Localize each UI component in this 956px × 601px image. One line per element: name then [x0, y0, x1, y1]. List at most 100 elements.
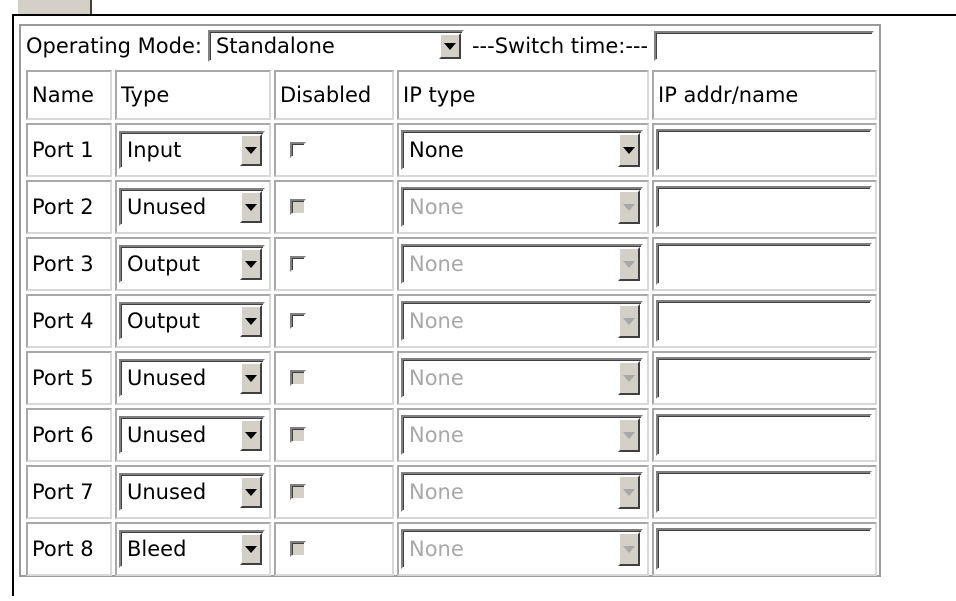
chevron-down-icon[interactable]	[438, 33, 461, 59]
disabled-checkbox[interactable]	[290, 142, 306, 158]
port-name: Port 8	[26, 522, 112, 576]
ip-addr-input[interactable]	[656, 186, 872, 228]
chevron-down-icon[interactable]	[618, 361, 640, 395]
ip-type-value: None	[409, 309, 464, 333]
ip-type-cell: None	[397, 465, 649, 519]
chevron-down-icon[interactable]	[240, 305, 262, 337]
header-type: Type	[115, 70, 271, 120]
disabled-cell	[274, 465, 394, 519]
ip-type-value: None	[409, 252, 464, 276]
type-value: Output	[127, 309, 200, 333]
ip-type-value: None	[409, 138, 464, 162]
disabled-checkbox[interactable]	[290, 427, 306, 443]
ip-type-cell: None	[397, 180, 649, 234]
ip-type-select[interactable]: None	[401, 130, 643, 170]
type-cell: Unused	[115, 180, 271, 234]
port-name: Port 4	[26, 294, 112, 348]
port-name: Port 3	[26, 237, 112, 291]
chevron-down-icon[interactable]	[240, 419, 262, 451]
type-value: Bleed	[127, 537, 187, 561]
header-ip-addr: IP addr/name	[652, 70, 877, 120]
ip-addr-cell	[652, 408, 877, 462]
disabled-checkbox[interactable]	[290, 313, 306, 329]
type-select[interactable]: Unused	[119, 359, 265, 397]
ip-addr-input[interactable]	[656, 528, 872, 570]
disabled-checkbox[interactable]	[290, 199, 306, 215]
chevron-down-icon[interactable]	[618, 418, 640, 452]
chevron-down-icon[interactable]	[240, 362, 262, 394]
chevron-down-icon[interactable]	[618, 247, 640, 281]
ip-type-value: None	[409, 366, 464, 390]
clipped-top-row	[14, 0, 92, 16]
ip-addr-input[interactable]	[656, 129, 872, 171]
disabled-cell	[274, 123, 394, 177]
header-ip-type: IP type	[397, 70, 649, 120]
type-select[interactable]: Unused	[119, 188, 265, 226]
switch-time-input[interactable]	[654, 31, 875, 61]
ip-type-select[interactable]: None	[401, 358, 643, 398]
ip-type-select[interactable]: None	[401, 415, 643, 455]
chevron-down-icon[interactable]	[618, 532, 640, 566]
port-name: Port 7	[26, 465, 112, 519]
operating-mode-select[interactable]: Standalone	[207, 30, 464, 62]
ip-type-select[interactable]: None	[401, 244, 643, 284]
ip-type-cell: None	[397, 522, 649, 576]
ip-type-cell: None	[397, 237, 649, 291]
operating-mode-value: Standalone	[215, 34, 335, 58]
disabled-cell	[274, 351, 394, 405]
type-select[interactable]: Unused	[119, 416, 265, 454]
ip-addr-cell	[652, 294, 877, 348]
ip-type-select[interactable]: None	[401, 472, 643, 512]
type-select[interactable]: Bleed	[119, 530, 265, 568]
type-cell: Input	[115, 123, 271, 177]
type-value: Unused	[127, 366, 207, 390]
ip-addr-input[interactable]	[656, 357, 872, 399]
disabled-cell	[274, 522, 394, 576]
chevron-down-icon[interactable]	[618, 304, 640, 338]
type-cell: Output	[115, 294, 271, 348]
operating-mode-row: Operating Mode: Standalone ---Switch tim…	[24, 28, 956, 64]
ip-type-value: None	[409, 423, 464, 447]
ip-addr-input[interactable]	[656, 300, 872, 342]
type-value: Input	[127, 138, 182, 162]
chevron-down-icon[interactable]	[618, 475, 640, 509]
type-select[interactable]: Input	[119, 131, 265, 169]
ip-type-value: None	[409, 480, 464, 504]
type-cell: Unused	[115, 351, 271, 405]
chevron-down-icon[interactable]	[240, 134, 262, 166]
ip-addr-cell	[652, 351, 877, 405]
ip-type-value: None	[409, 195, 464, 219]
type-select[interactable]: Output	[119, 302, 265, 340]
type-select[interactable]: Unused	[119, 473, 265, 511]
disabled-cell	[274, 294, 394, 348]
chevron-down-icon[interactable]	[240, 476, 262, 508]
ip-type-select[interactable]: None	[401, 529, 643, 569]
header-name: Name	[26, 70, 112, 120]
chevron-down-icon[interactable]	[240, 533, 262, 565]
header-disabled: Disabled	[274, 70, 394, 120]
type-cell: Unused	[115, 408, 271, 462]
ip-type-value: None	[409, 537, 464, 561]
disabled-checkbox[interactable]	[290, 256, 306, 272]
type-cell: Unused	[115, 465, 271, 519]
port-name: Port 6	[26, 408, 112, 462]
chevron-down-icon[interactable]	[618, 133, 640, 167]
type-cell: Output	[115, 237, 271, 291]
type-value: Unused	[127, 423, 207, 447]
disabled-checkbox[interactable]	[290, 484, 306, 500]
disabled-checkbox[interactable]	[290, 541, 306, 557]
disabled-checkbox[interactable]	[290, 370, 306, 386]
port-name: Port 1	[26, 123, 112, 177]
ip-addr-input[interactable]	[656, 414, 872, 456]
ip-addr-input[interactable]	[656, 471, 872, 513]
type-cell: Bleed	[115, 522, 271, 576]
ip-type-select[interactable]: None	[401, 187, 643, 227]
port-name: Port 2	[26, 180, 112, 234]
chevron-down-icon[interactable]	[618, 190, 640, 224]
type-select[interactable]: Output	[119, 245, 265, 283]
chevron-down-icon[interactable]	[240, 191, 262, 223]
chevron-down-icon[interactable]	[240, 248, 262, 280]
ip-addr-input[interactable]	[656, 243, 872, 285]
ip-type-cell: None	[397, 123, 649, 177]
ip-type-select[interactable]: None	[401, 301, 643, 341]
